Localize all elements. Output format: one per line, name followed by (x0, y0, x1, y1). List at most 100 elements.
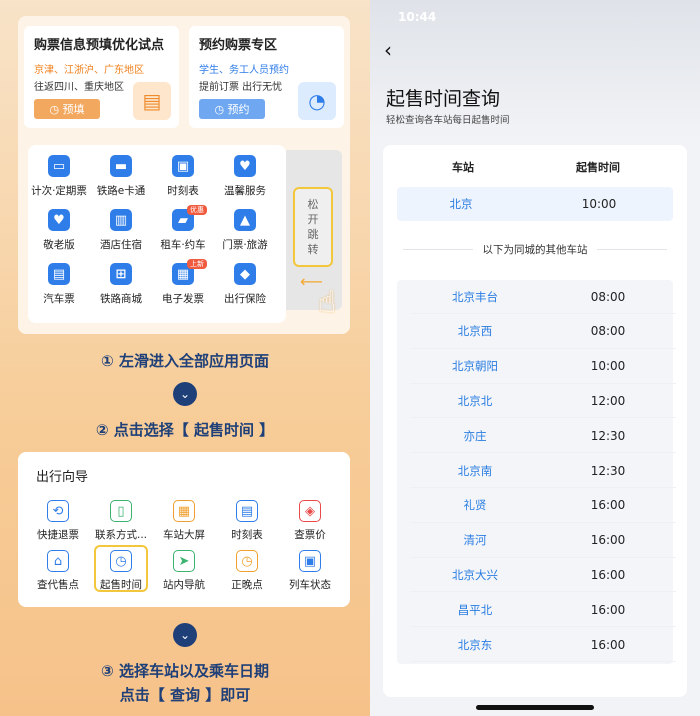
guide-label: 时刻表 (231, 529, 263, 541)
column-header-station: 车站 (452, 161, 474, 174)
station-row[interactable]: 北京大兴 16:00 (410, 558, 676, 593)
app-heart-box[interactable]: ♥ 温馨服务 (213, 155, 277, 198)
guide-refund[interactable]: ⟲ 快捷退票 (27, 500, 89, 542)
app-cart[interactable]: ⊞ 铁路商城 (89, 263, 153, 306)
clock-icon: ◷ (214, 102, 228, 116)
bus-icon: ▤ (48, 263, 70, 285)
station-name: 亦庄 (463, 428, 487, 443)
station-row[interactable]: 北京丰台 08:00 (410, 280, 676, 314)
station-row[interactable]: 亦庄 12:30 (410, 419, 676, 454)
app-ticket-card[interactable]: ▭ 计次·定期票 (27, 155, 91, 198)
main-station-row[interactable]: 北京 10:00 (397, 187, 673, 221)
sale-start-time: 16:00 (590, 533, 626, 548)
station-name: 北京西 (457, 324, 493, 339)
app-bus[interactable]: ▤ 汽车票 (27, 263, 91, 306)
main-station-name: 北京 (449, 197, 473, 211)
guide-label: 列车状态 (289, 579, 331, 591)
guide-label: 车站大屏 (163, 529, 205, 541)
guide-label: 查代售点 (37, 579, 79, 591)
app-mountain[interactable]: ▲ 门票·旅游 (213, 209, 277, 252)
app-car[interactable]: ▰ 优惠 租车·约车 (151, 205, 215, 252)
prefill-promo-regions: 京津、江浙沪、广东地区 (34, 65, 144, 76)
app-label: 汽车票 (43, 293, 75, 305)
sale-start-time: 16:00 (590, 637, 626, 652)
app-label: 酒店住宿 (100, 239, 142, 251)
clock-icon: ◷ (236, 550, 258, 572)
step-3-line-2: 点击【 查询 】即可 (119, 686, 251, 704)
price-ticket-icon: ◈ (299, 500, 321, 522)
sale-start-time: 12:30 (590, 428, 626, 443)
reservation-promo-title: 预约购票专区 (199, 38, 278, 53)
back-arrow-icon: ‹ (384, 38, 392, 62)
app-label: 计次·定期票 (31, 185, 87, 197)
main-station-time: 10:00 (581, 197, 617, 211)
prefill-promo-card[interactable]: 购票信息预填优化试点 京津、江浙沪、广东地区 往返四川、重庆地区 ◷ 预填 ▤ (24, 26, 179, 128)
app-printer[interactable]: ▦ 上新 电子发票 (151, 259, 215, 306)
guide-navigation[interactable]: ➤ 站内导航 (153, 550, 215, 592)
app-label: 租车·约车 (160, 239, 206, 251)
station-row[interactable]: 昌平北 16:00 (410, 593, 676, 628)
station-name: 清河 (463, 533, 487, 548)
phone-icon: ▯ (110, 500, 132, 522)
station-row[interactable]: 北京南 12:30 (410, 454, 676, 488)
schedule-icon: ▤ (236, 500, 258, 522)
guide-house[interactable]: ⌂ 查代售点 (27, 550, 89, 592)
sale-start-time: 16:00 (590, 602, 626, 617)
guide-clock[interactable]: ◷ 正晚点 (216, 550, 278, 592)
guide-schedule[interactable]: ▤ 时刻表 (216, 500, 278, 542)
guide-label: 联系方式... (94, 529, 147, 541)
release-to-jump-box: 松开跳转 (293, 187, 333, 267)
guide-label: 查票价 (294, 529, 326, 541)
prefill-promo-title: 购票信息预填优化试点 (34, 38, 165, 53)
app-label: 时刻表 (167, 185, 199, 197)
sale-start-time: 12:30 (590, 463, 626, 478)
back-button[interactable]: ‹ (384, 38, 392, 62)
station-row[interactable]: 礼贤 16:00 (410, 489, 676, 523)
train-status-icon: ▣ (299, 550, 321, 572)
station-row[interactable]: 北京东 16:00 (410, 628, 676, 662)
app-label: 敬老版 (43, 239, 75, 251)
sale-start-time: 08:00 (590, 324, 626, 339)
prefill-button[interactable]: ◷ 预填 (34, 99, 100, 119)
guide-phone[interactable]: ▯ 联系方式... (90, 500, 152, 542)
mountain-icon: ▲ (234, 209, 256, 231)
reservation-promo-target: 学生、务工人员预约 (199, 65, 289, 76)
guide-label: 正晚点 (231, 579, 263, 591)
clock-illustration-icon: ◔ (298, 82, 336, 120)
tutorial-panel: 购票信息预填优化试点 京津、江浙沪、广东地区 往返四川、重庆地区 ◷ 预填 ▤ … (0, 0, 370, 716)
station-row[interactable]: 北京朝阳 10:00 (410, 350, 676, 384)
travel-guide-title: 出行向导 (36, 470, 89, 485)
app-e-card[interactable]: ▬ 铁路e卡通 (89, 155, 153, 198)
sale-start-time: 16:00 (590, 567, 626, 582)
guide-price-ticket[interactable]: ◈ 查票价 (279, 500, 341, 542)
station-name: 北京丰台 (452, 289, 498, 304)
app-shield[interactable]: ◆ 出行保险 (213, 263, 277, 306)
start-time-highlight (94, 545, 148, 592)
cart-icon: ⊞ (110, 263, 132, 285)
app-train[interactable]: ▣ 时刻表 (151, 155, 215, 198)
station-name: 礼贤 (463, 498, 487, 513)
station-row[interactable]: 清河 16:00 (410, 524, 676, 558)
app-label: 铁路商城 (100, 293, 142, 305)
ticket-card-icon: ▭ (48, 155, 70, 177)
station-row[interactable]: 北京西 08:00 (410, 315, 676, 349)
heart-icon: ♥ (48, 209, 70, 231)
home-indicator (476, 705, 594, 710)
reserve-button[interactable]: ◷ 预约 (199, 99, 265, 119)
reservation-promo-card[interactable]: 预约购票专区 学生、务工人员预约 提前订票 出行无忧 ◷ 预约 ◔ (189, 26, 344, 128)
down-chevron-icon: ⌄ (173, 623, 197, 647)
guide-train-status[interactable]: ▣ 列车状态 (279, 550, 341, 592)
page-title: 起售时间查询 (386, 88, 501, 110)
sale-start-time: 08:00 (590, 289, 626, 304)
station-row[interactable]: 北京北 12:00 (410, 384, 676, 419)
guide-label: 快捷退票 (37, 529, 79, 541)
app-label: 电子发票 (162, 293, 204, 305)
clock-icon: ◷ (49, 102, 63, 116)
guide-grid-screen[interactable]: ▦ 车站大屏 (153, 500, 215, 542)
app-heart[interactable]: ♥ 敬老版 (27, 209, 91, 252)
app-building[interactable]: ▥ 酒店住宿 (89, 209, 153, 252)
start-time-query-screen: 10:44 ‹ 起售时间查询 轻松查询各车站每日起售时间 车站 起售时间 北京 … (370, 0, 700, 716)
sale-start-time: 12:00 (590, 393, 626, 408)
app-label: 铁路e卡通 (96, 185, 146, 197)
heart-box-icon: ♥ (234, 155, 256, 177)
